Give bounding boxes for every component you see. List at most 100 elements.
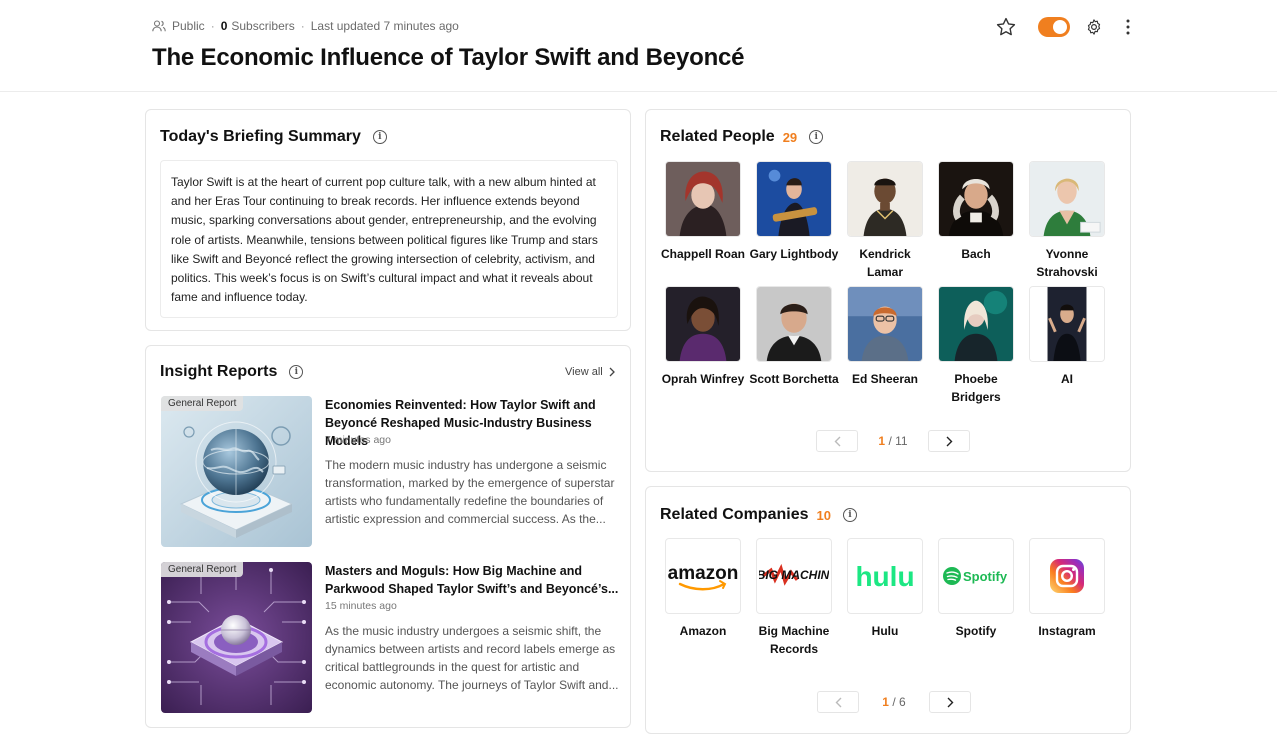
report-time: 7 minutes ago [325,434,391,446]
page-indicator: 1 / 6 [859,695,929,709]
subscriber-count: 0 [220,19,228,33]
person-name: AI [1061,372,1073,386]
report-badge: General Report [161,562,244,577]
spotify-logo: Spotify [943,567,1008,585]
page-separator: / [888,434,892,448]
person-name: Chappell Roan [660,247,745,261]
person-photo [938,286,1014,362]
person-name: Kendrick Lamar [859,247,911,279]
report-item[interactable]: General Report Economies Reinvented: How… [161,396,619,548]
chevron-right-icon [946,436,952,446]
more-options-button[interactable] [1116,15,1140,39]
company-logo: amazon [665,538,741,614]
company-amazon[interactable]: amazon Amazon [658,538,748,640]
person-name: Gary Lightbody [749,247,839,261]
info-icon[interactable]: i [809,130,824,144]
person-photo [756,161,832,237]
company-instagram[interactable]: Instagram [1022,538,1112,640]
info-icon[interactable]: i [842,508,857,522]
chevron-right-icon [609,367,615,377]
person-yvonne-strahovski[interactable]: Yvonne Strahovski [1022,161,1112,281]
person-photo [665,286,741,362]
report-title[interactable]: Masters and Moguls: How Big Machine and … [325,562,619,598]
chevron-left-icon [835,697,841,707]
person-scott-borchetta[interactable]: Scott Borchetta [749,286,839,388]
report-description: The modern music industry has undergone … [325,458,615,526]
prev-page-button[interactable] [817,691,859,713]
person-photo [1029,161,1105,237]
current-page: 1 [878,434,886,448]
person-name: Phoebe Bridgers [951,372,1001,404]
current-page: 1 [882,695,889,709]
person-gary-lightbody[interactable]: Gary Lightbody [749,161,839,263]
company-hulu[interactable]: hulu Hulu [840,538,930,640]
briefing-title-row: Today's Briefing Summary i [160,128,387,146]
company-logo: Spotify [938,538,1014,614]
person-ai[interactable]: AI [1022,286,1112,388]
company-name: Instagram [1038,624,1096,638]
company-spotify[interactable]: Spotify Spotify [931,538,1021,640]
related-people-card: Related People 29 i Chappell Roan Gary L… [645,109,1131,472]
person-photo [1029,286,1105,362]
related-companies-card: Related Companies 10 i amazon Amazon BIG… [645,486,1131,734]
favorite-button[interactable] [994,15,1018,39]
info-icon[interactable]: i [372,130,387,144]
people-title-row: Related People 29 i [660,128,824,146]
meta-separator: · [300,19,305,33]
report-description: As the music industry undergoes a seismi… [325,624,619,692]
insight-reports-card: Insight Reports i View all General Repor… [145,345,631,728]
company-name: Spotify [955,624,997,638]
globe-illustration [161,396,312,547]
person-kendrick-lamar[interactable]: Kendrick Lamar [840,161,930,281]
company-big-machine-records[interactable]: BIG MACHINE Big Machine Records [749,538,839,658]
chip-illustration [161,562,312,713]
companies-title-row: Related Companies 10 i [660,506,857,524]
header-actions [994,14,1140,40]
person-photo [847,161,923,237]
companies-pagination: 1 / 6 [817,691,971,713]
company-logo [1029,538,1105,614]
total-pages: 11 [895,434,908,448]
company-logo: hulu [847,538,923,614]
report-thumbnail: General Report [161,396,312,547]
person-photo [938,161,1014,237]
view-all-link[interactable]: View all [565,366,615,378]
visibility-label: Public [172,19,205,33]
companies-count: 10 [816,507,831,523]
report-time: 15 minutes ago [325,600,397,612]
page-title: The Economic Influence of Taylor Swift a… [152,44,745,71]
person-name: Yvonne Strahovski [1036,247,1098,279]
person-ed-sheeran[interactable]: Ed Sheeran [840,286,930,388]
big-machine-logo: BIG MACHINE [759,563,829,586]
insights-title: Insight Reports [160,363,278,380]
person-chappell-roan[interactable]: Chappell Roan [658,161,748,263]
page-indicator: 1 / 11 [858,434,928,448]
subscribers-label: Subscribers [231,19,295,33]
svg-text:amazon: amazon [668,563,738,584]
page-header: Public · 0 Subscribers · Last updated 7 … [0,0,1277,92]
person-oprah-winfrey[interactable]: Oprah Winfrey [658,286,748,388]
report-item[interactable]: General Report Masters and Moguls: How B… [161,562,619,714]
person-bach[interactable]: Bach [931,161,1021,263]
settings-button[interactable] [1082,15,1106,39]
subscribe-toggle[interactable] [1038,17,1070,37]
person-phoebe-bridgers[interactable]: Phoebe Bridgers [931,286,1021,406]
last-updated: Last updated 7 minutes ago [310,19,459,33]
next-page-button[interactable] [928,430,970,452]
person-photo [847,286,923,362]
page-meta: Public · 0 Subscribers · Last updated 7 … [152,18,459,34]
companies-title: Related Companies [660,506,809,523]
toggle-knob [1053,20,1067,34]
company-name: Big Machine Records [758,624,830,656]
prev-page-button[interactable] [816,430,858,452]
person-name: Scott Borchetta [749,372,839,386]
company-name: Amazon [679,624,727,638]
insights-title-row: Insight Reports i [160,363,304,381]
chevron-right-icon [947,697,953,707]
gear-icon [1087,19,1101,35]
svg-text:BIG MACHINE: BIG MACHINE [759,568,829,582]
briefing-title: Today's Briefing Summary [160,128,361,145]
next-page-button[interactable] [929,691,971,713]
person-name: Oprah Winfrey [661,372,745,386]
info-icon[interactable]: i [289,365,304,379]
